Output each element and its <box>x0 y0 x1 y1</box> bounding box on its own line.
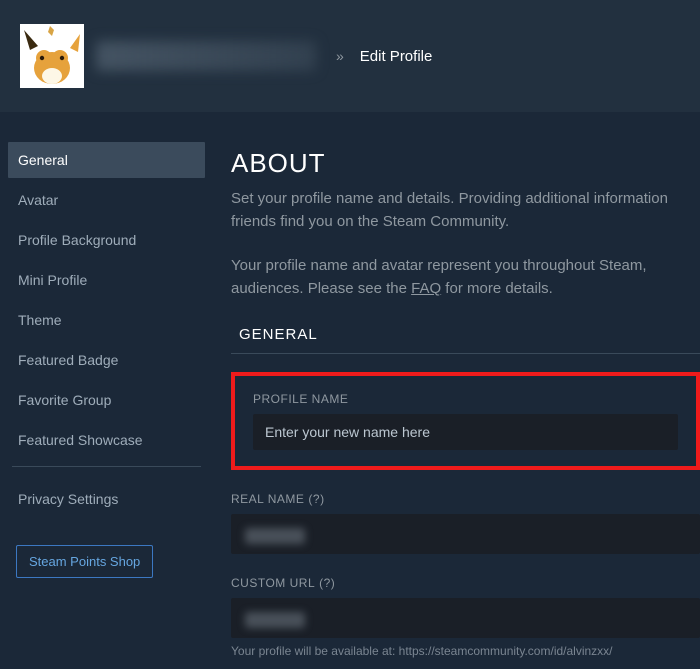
help-icon[interactable]: (?) <box>308 492 324 506</box>
sidebar-divider <box>12 466 201 467</box>
profile-name-highlight: PROFILE NAME <box>231 372 700 470</box>
username-redacted <box>96 41 316 71</box>
steam-points-shop-button[interactable]: Steam Points Shop <box>16 545 153 578</box>
general-section-header: GENERAL <box>231 326 700 354</box>
profile-name-label: PROFILE NAME <box>253 392 678 406</box>
url-hint-value: https://steamcommunity.com/id/alvinzxx/ <box>399 644 613 658</box>
about-heading: ABOUT <box>231 148 700 179</box>
about-text-after-faq: for more details. <box>441 280 553 297</box>
sidebar-item-featured-badge[interactable]: Featured Badge <box>8 342 205 378</box>
profile-name-input[interactable] <box>253 414 678 450</box>
faq-link[interactable]: FAQ <box>411 280 441 297</box>
about-description-2: Your profile name and avatar represent y… <box>231 254 700 301</box>
real-name-label: REAL NAME <box>231 492 304 506</box>
breadcrumb-current: Edit Profile <box>360 48 433 65</box>
sidebar-item-theme[interactable]: Theme <box>8 302 205 338</box>
sidebar-item-general[interactable]: General <box>8 142 205 178</box>
custom-url-redacted <box>245 612 305 628</box>
sidebar-item-favorite-group[interactable]: Favorite Group <box>8 382 205 418</box>
sidebar-item-privacy-settings[interactable]: Privacy Settings <box>8 481 205 517</box>
sidebar: General Avatar Profile Background Mini P… <box>0 142 205 658</box>
help-icon[interactable]: (?) <box>319 576 335 590</box>
avatar[interactable] <box>20 24 84 88</box>
custom-url-input[interactable] <box>231 598 700 638</box>
main-content: ABOUT Set your profile name and details.… <box>205 142 700 658</box>
url-hint-prefix: Your profile will be available at: <box>231 644 399 658</box>
sidebar-item-avatar[interactable]: Avatar <box>8 182 205 218</box>
sidebar-item-featured-showcase[interactable]: Featured Showcase <box>8 422 205 458</box>
breadcrumb-separator: » <box>336 48 344 64</box>
about-description-1: Set your profile name and details. Provi… <box>231 187 700 234</box>
sidebar-item-mini-profile[interactable]: Mini Profile <box>8 262 205 298</box>
real-name-redacted <box>245 528 305 544</box>
profile-header: » Edit Profile <box>0 0 700 112</box>
custom-url-hint: Your profile will be available at: https… <box>231 644 700 658</box>
sidebar-item-profile-background[interactable]: Profile Background <box>8 222 205 258</box>
real-name-input[interactable] <box>231 514 700 554</box>
custom-url-label: CUSTOM URL <box>231 576 315 590</box>
